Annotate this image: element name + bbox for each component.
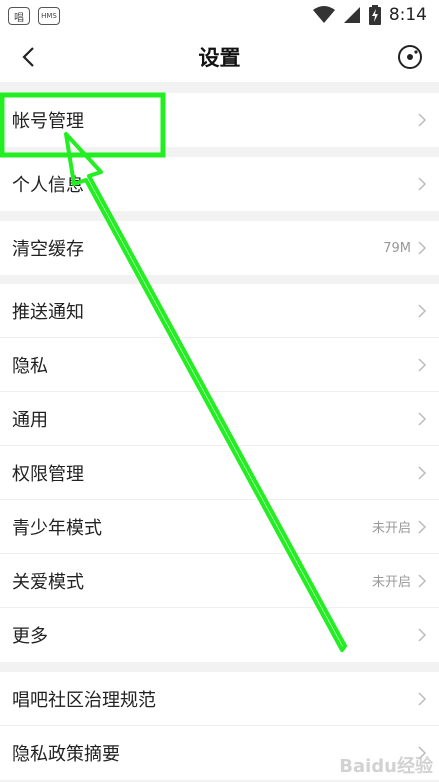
status-time: 8:14 xyxy=(388,5,427,25)
row-label: 隐私 xyxy=(12,355,48,377)
chevron-right-icon xyxy=(418,412,427,426)
status-bar: 唱 HMS 8:14 xyxy=(0,0,439,32)
chevron-right-icon xyxy=(418,628,427,642)
setting-row-teen-mode[interactable]: 青少年模式 未开启 xyxy=(0,500,439,554)
chevron-right-icon xyxy=(418,358,427,372)
watermark: Baidu经验 xyxy=(339,756,433,777)
setting-row-more[interactable]: 更多 xyxy=(0,608,439,662)
row-label: 清空缓存 xyxy=(12,239,84,260)
care-mode-status: 未开启 xyxy=(371,575,411,590)
setting-row-clear-cache[interactable]: 清空缓存 79M xyxy=(0,221,439,275)
setting-row-community-rules[interactable]: 唱吧社区治理规范 xyxy=(0,672,439,726)
chevron-right-icon xyxy=(418,520,427,534)
row-label: 个人信息 xyxy=(12,175,84,196)
setting-row-push-notifications[interactable]: 推送通知 xyxy=(0,284,439,338)
settings-group-general: 推送通知 隐私 通用 权限管理 青少年模式 未开启 关爱模式 未开启 更多 xyxy=(0,284,439,662)
chevron-right-icon xyxy=(418,177,427,191)
settings-group-profile: 个人信息 xyxy=(0,157,439,211)
row-label: 青少年模式 xyxy=(12,517,102,539)
setting-row-care-mode[interactable]: 关爱模式 未开启 xyxy=(0,554,439,608)
chevron-right-icon xyxy=(418,304,427,318)
setting-row-privacy[interactable]: 隐私 xyxy=(0,338,439,392)
battery-charging-icon xyxy=(368,5,381,25)
app-notification-icon: 唱 xyxy=(8,7,30,25)
row-label: 隐私政策摘要 xyxy=(12,744,120,765)
setting-row-account[interactable]: 帐号管理 xyxy=(0,93,439,147)
teen-mode-status: 未开启 xyxy=(371,521,411,536)
hms-notification-icon: HMS xyxy=(38,7,60,25)
back-arrow-icon[interactable] xyxy=(16,44,42,70)
cache-size-value: 79M xyxy=(383,240,411,256)
chevron-right-icon xyxy=(418,574,427,588)
row-label: 唱吧社区治理规范 xyxy=(12,689,156,711)
wifi-icon xyxy=(312,6,335,23)
row-label: 权限管理 xyxy=(12,463,84,485)
settings-group-cache: 清空缓存 79M xyxy=(0,221,439,275)
row-label: 通用 xyxy=(12,409,48,431)
chevron-right-icon xyxy=(418,466,427,480)
row-label: 推送通知 xyxy=(12,301,84,323)
mini-program-icon[interactable] xyxy=(397,44,423,70)
chevron-right-icon xyxy=(418,113,427,127)
row-label: 关爱模式 xyxy=(12,571,84,593)
chevron-right-icon xyxy=(418,241,427,255)
row-label: 帐号管理 xyxy=(12,111,84,132)
row-label: 更多 xyxy=(12,626,48,647)
setting-row-permissions[interactable]: 权限管理 xyxy=(0,446,439,500)
signal-icon xyxy=(343,7,360,23)
settings-group-account: 帐号管理 xyxy=(0,93,439,147)
setting-row-profile[interactable]: 个人信息 xyxy=(0,157,439,211)
page-title: 设置 xyxy=(198,46,241,70)
setting-row-general[interactable]: 通用 xyxy=(0,392,439,446)
chevron-right-icon xyxy=(418,692,427,706)
nav-bar: 设置 xyxy=(0,32,439,82)
